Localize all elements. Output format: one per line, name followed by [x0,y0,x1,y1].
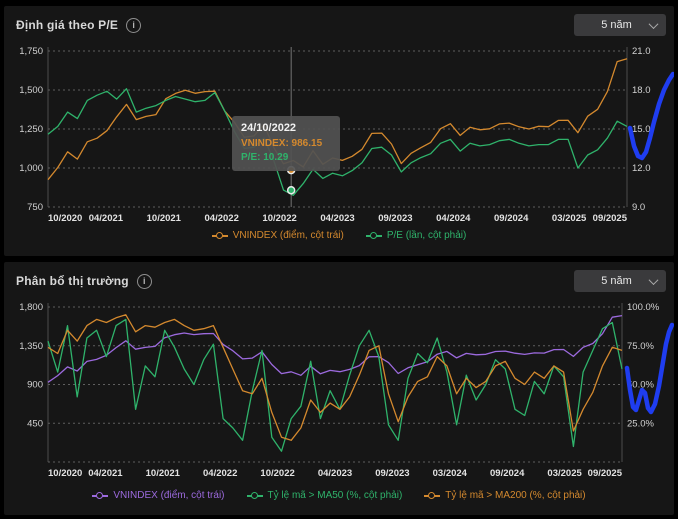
x-axis-label: 04/2021 [89,213,124,224]
tooltip-row-pe: P/E: 10.29 [241,151,331,165]
y-axis-right-label: 25.0% [627,418,654,429]
x-axis-label: 10/2022 [262,213,296,224]
x-axis-label: 04/2021 [88,468,123,479]
x-axis-label: 03/2025 [552,213,587,224]
y-axis-left-label: 1,750 [19,46,43,57]
crosshair-marker [288,187,295,194]
legend-item-ma200[interactable]: Tỷ lệ mã > MA200 (%, cột phải) [424,490,585,501]
tooltip-date: 24/10/2022 [241,122,331,134]
tooltip-row-vnindex: VNINDEX: 986.15 [241,137,331,151]
breadth-chart-legend: VNINDEX (điểm, cột trái) Tỷ lệ mã > MA50… [4,490,674,501]
breadth-chart-canvas[interactable]: 45025.0%90050.0%1,35075.0%1,800100.0%10/… [4,262,674,515]
x-axis-label: 03/2025 [547,468,582,479]
y-axis-right-label: 12.0 [632,163,651,174]
chart-tooltip: 24/10/2022 VNINDEX: 986.15 P/E: 10.29 [232,116,340,171]
x-axis-label: 10/2020 [48,213,82,224]
legend-label: VNINDEX (điểm, cột trái) [233,230,344,241]
line-marker-icon [366,232,382,240]
x-axis-label: 09/2024 [490,468,525,479]
dashboard-page: Định giá theo P/E i 5 năm 7509.01,00012.… [0,0,678,519]
series-line-2 [48,315,622,441]
line-marker-icon [424,492,440,500]
legend-item-ma50[interactable]: Tỷ lệ mã > MA50 (%, cột phải) [247,490,403,501]
x-axis-label: 10/2020 [48,468,82,479]
y-axis-left-label: 1,800 [19,302,43,313]
y-axis-right-label: 15.0 [632,124,651,135]
line-marker-icon [92,492,108,500]
x-axis-label: 03/2024 [433,468,468,479]
y-axis-left-label: 750 [27,202,43,213]
x-axis-label: 10/2021 [147,213,182,224]
market-breadth-panel: Phân bổ thị trường i 5 năm 45025.0%90050… [4,262,674,515]
y-axis-left-label: 1,250 [19,124,43,135]
x-axis-label: 10/2021 [146,468,181,479]
legend-item-vnindex[interactable]: VNINDEX (điểm, cột trái) [92,490,224,501]
x-axis-label: 09/2024 [494,213,529,224]
y-axis-left-label: 1,500 [19,85,43,96]
legend-label: VNINDEX (điểm, cột trái) [113,490,224,501]
legend-label: P/E (lần, cột phải) [387,230,466,241]
y-axis-left-label: 1,350 [19,341,43,352]
x-axis-label: 04/2022 [203,468,237,479]
legend-item-vnindex[interactable]: VNINDEX (điểm, cột trái) [212,230,344,241]
y-axis-right-label: 21.0 [632,46,651,57]
y-axis-right-label: 100.0% [627,302,660,313]
legend-label: Tỷ lệ mã > MA200 (%, cột phải) [445,490,585,501]
x-axis-label: 10/2022 [260,468,294,479]
x-axis-label: 04/2024 [436,213,471,224]
y-axis-right-label: 9.0 [632,202,645,213]
x-axis-label: 04/2022 [205,213,239,224]
hand-drawn-annotation [627,325,672,412]
x-axis-label: 09/2023 [378,213,412,224]
legend-label: Tỷ lệ mã > MA50 (%, cột phải) [268,490,403,501]
series-line-1 [48,319,622,451]
x-axis-label: 04/2023 [320,213,354,224]
y-axis-left-label: 1,000 [19,163,43,174]
pe-chart-legend: VNINDEX (điểm, cột trái) P/E (lần, cột p… [4,230,674,241]
x-axis-label: 09/2025 [588,468,623,479]
y-axis-right-label: 18.0 [632,85,651,96]
y-axis-left-label: 900 [27,380,43,391]
y-axis-right-label: 75.0% [627,341,654,352]
x-axis-label: 04/2023 [318,468,352,479]
line-marker-icon [247,492,263,500]
x-axis-label: 09/2025 [593,213,628,224]
legend-item-pe[interactable]: P/E (lần, cột phải) [366,230,466,241]
pe-valuation-panel: Định giá theo P/E i 5 năm 7509.01,00012.… [4,6,674,256]
line-marker-icon [212,232,228,240]
x-axis-label: 09/2023 [375,468,409,479]
y-axis-left-label: 450 [27,418,43,429]
